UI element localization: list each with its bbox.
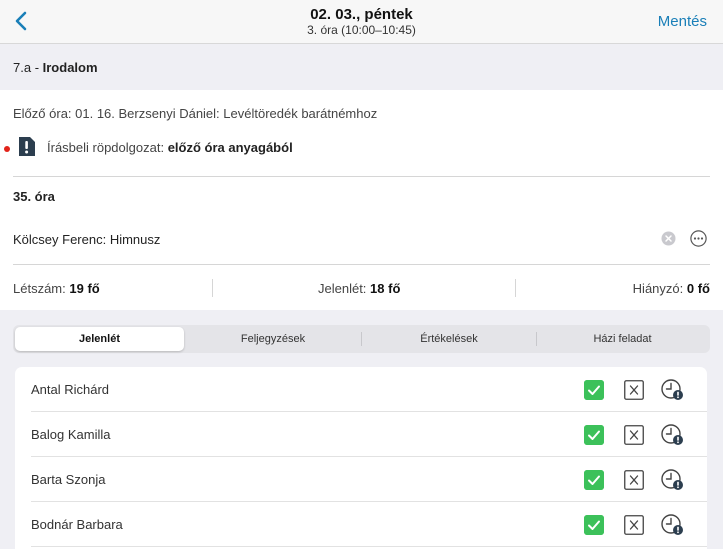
list-item: Barta Szonja bbox=[15, 457, 707, 502]
previous-lesson-text: Előző óra: 01. 16. Berzsenyi Dániel: Lev… bbox=[13, 106, 378, 121]
tab-notes[interactable]: Feljegyzések bbox=[186, 327, 360, 351]
present-checkbox-icon[interactable] bbox=[584, 470, 604, 490]
present-value: 18 fő bbox=[370, 281, 401, 296]
absent-label: Hiányzó: bbox=[632, 281, 684, 296]
absent-icon[interactable] bbox=[624, 380, 644, 400]
stat-divider bbox=[515, 279, 516, 297]
student-name: Bodnár Barbara bbox=[31, 517, 123, 532]
present-checkbox-icon[interactable] bbox=[584, 380, 604, 400]
class-header: 7.a - Irodalom bbox=[0, 45, 723, 90]
list-item: Balog Kamilla bbox=[15, 412, 707, 457]
enrolled-value: 19 fő bbox=[69, 281, 100, 296]
absent-icon[interactable] bbox=[624, 515, 644, 535]
page-subtitle: 3. óra (10:00–10:45) bbox=[307, 23, 416, 37]
absent-value: 0 fő bbox=[686, 281, 710, 296]
list-item: Bodnár Barbara bbox=[15, 502, 707, 547]
present-checkbox-icon[interactable] bbox=[584, 425, 604, 445]
lesson-number: 35. óra bbox=[13, 189, 55, 204]
save-button[interactable]: Mentés bbox=[658, 13, 707, 30]
student-list: Antal Richárd Balog Kamilla Barta Szonja… bbox=[15, 367, 707, 549]
late-clock-icon[interactable] bbox=[660, 468, 685, 492]
page-title: 02. 03., péntek bbox=[310, 6, 413, 23]
student-name: Balog Kamilla bbox=[31, 427, 111, 442]
absent-icon[interactable] bbox=[624, 470, 644, 490]
exam-value: előző óra anyagából bbox=[167, 140, 293, 155]
class-separator: - bbox=[31, 60, 43, 75]
navigation-bar: 02. 03., péntek 3. óra (10:00–10:45) Men… bbox=[0, 0, 723, 44]
row-divider bbox=[31, 546, 707, 547]
exam-warning-icon bbox=[19, 137, 35, 156]
exam-notice: Írásbeli röpdolgozat: előző óra anyagábó… bbox=[47, 140, 293, 155]
exam-label: Írásbeli röpdolgozat: bbox=[47, 140, 165, 155]
tab-attendance[interactable]: Jelenlét bbox=[15, 327, 184, 351]
lesson-info-panel: Előző óra: 01. 16. Berzsenyi Dániel: Lev… bbox=[0, 90, 723, 310]
late-clock-icon[interactable] bbox=[660, 513, 685, 537]
more-options-icon[interactable] bbox=[690, 230, 707, 247]
tab-grades[interactable]: Értékelések bbox=[362, 327, 536, 351]
late-clock-icon[interactable] bbox=[660, 423, 685, 447]
late-clock-icon[interactable] bbox=[660, 378, 685, 402]
enrolled-label: Létszám: bbox=[13, 281, 66, 296]
class-group: 7.a bbox=[13, 60, 32, 75]
alert-dot bbox=[4, 146, 10, 152]
class-subject-label: 7.a - Irodalom bbox=[13, 60, 98, 75]
present-count: Jelenlét: 18 fő bbox=[318, 281, 400, 296]
clear-icon[interactable] bbox=[661, 231, 676, 246]
enrolled-count: Létszám: 19 fő bbox=[13, 281, 100, 296]
divider bbox=[13, 264, 710, 265]
subject-name: Irodalom bbox=[42, 60, 98, 75]
divider bbox=[13, 176, 710, 177]
present-label: Jelenlét: bbox=[318, 281, 367, 296]
stat-divider bbox=[212, 279, 213, 297]
absent-icon[interactable] bbox=[624, 425, 644, 445]
tab-homework[interactable]: Házi feladat bbox=[537, 327, 708, 351]
segmented-tabs: Jelenlét Feljegyzések Értékelések Házi f… bbox=[13, 325, 710, 353]
present-checkbox-icon[interactable] bbox=[584, 515, 604, 535]
lesson-topic-field[interactable]: Kölcsey Ferenc: Himnusz bbox=[13, 232, 160, 247]
student-name: Barta Szonja bbox=[31, 472, 106, 487]
absent-count: Hiányzó: 0 fő bbox=[633, 281, 710, 296]
list-item: Antal Richárd bbox=[15, 367, 707, 412]
student-name: Antal Richárd bbox=[31, 382, 110, 397]
